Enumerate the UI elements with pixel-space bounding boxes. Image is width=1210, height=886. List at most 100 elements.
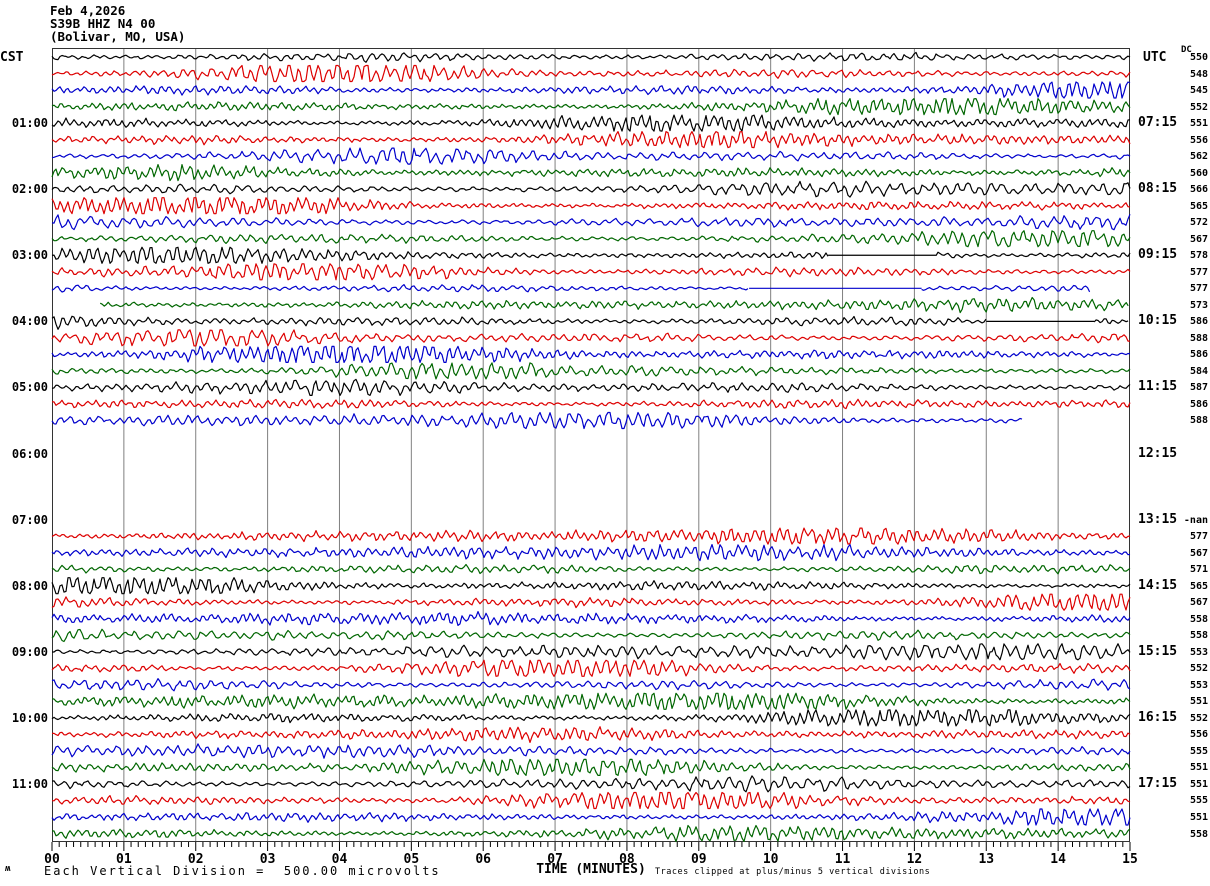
trace-row-12 [935, 251, 1131, 259]
dc-offset-value: 577 [1189, 283, 1208, 295]
cst-hour-label: 10:00 [11, 710, 48, 725]
dc-offset-value: 588 [1189, 415, 1208, 427]
minute-tick-label: 13 [978, 852, 995, 867]
minute-tick-label: 14 [1050, 852, 1066, 867]
dc-offset-value: 552 [1189, 663, 1208, 675]
dc-offset-value: 567 [1189, 597, 1208, 609]
trace-row-30 [51, 544, 1131, 562]
cst-hour-label: 09:00 [11, 644, 48, 659]
dc-offset-value: 571 [1189, 564, 1208, 576]
trace-row-5 [51, 130, 1131, 149]
dc-offset-value: 567 [1189, 547, 1208, 559]
trace-row-42 [51, 743, 1131, 759]
trace-row-43 [51, 758, 1131, 777]
trace-row-11 [51, 230, 1131, 248]
trace-row-41 [52, 726, 1131, 744]
dc-offset-value: 555 [1189, 795, 1208, 807]
dc-offset-value: 552 [1189, 712, 1208, 724]
vertical-division-note: Each Vertical Division = 500.00 microvol… [44, 864, 441, 878]
dc-offset-value: 572 [1189, 217, 1208, 229]
trace-row-12 [51, 246, 829, 264]
dc-offset-value: 578 [1189, 250, 1208, 262]
minute-tick-label: 15 [1122, 852, 1138, 867]
plot-border [52, 48, 1130, 842]
trace-row-14 [51, 284, 749, 293]
trace-row-8 [51, 180, 1131, 198]
dc-offset-value: 566 [1189, 184, 1208, 196]
utc-timezone-label: UTC [1143, 50, 1167, 65]
trace-row-19 [51, 362, 1131, 380]
trace-row-36 [52, 643, 1131, 661]
dc-offset-value: 565 [1189, 200, 1208, 212]
dc-offset-value: 562 [1189, 151, 1208, 163]
cst-hour-label: 02:00 [11, 182, 48, 197]
trace-row-7 [51, 163, 1131, 182]
trace-row-21 [51, 398, 1131, 410]
cst-hour-label: 06:00 [11, 446, 48, 461]
trace-row-3 [51, 97, 1131, 116]
dc-offset-value: 545 [1189, 85, 1208, 97]
dc-offset-value: 584 [1189, 365, 1208, 377]
cst-hour-label: 04:00 [11, 314, 48, 329]
clipping-note: Traces clipped at plus/minus 5 vertical … [655, 867, 931, 877]
dc-offset-value: 551 [1189, 696, 1208, 708]
dc-offset-value: 556 [1189, 729, 1208, 741]
dc-offset-value: 551 [1189, 118, 1208, 130]
dc-offset-value: 551 [1189, 762, 1208, 774]
dc-offset-value: 555 [1189, 745, 1208, 757]
dc-offset-value: 551 [1189, 778, 1208, 790]
cst-hour-label: 07:00 [11, 512, 48, 527]
dc-offset-value: 558 [1189, 828, 1208, 840]
trace-row-44 [51, 775, 1131, 793]
dc-offset-value: 567 [1189, 233, 1208, 245]
trace-row-33 [51, 593, 1131, 611]
seismogram-traces [51, 48, 1131, 851]
trace-row-34 [51, 610, 1131, 627]
cst-hour-label: 11:00 [11, 776, 48, 791]
dc-offset-value: 560 [1189, 167, 1208, 179]
trace-row-0 [51, 51, 1131, 63]
dc-offset-value: 552 [1189, 101, 1208, 113]
trace-row-14 [921, 284, 1091, 293]
cst-hour-label: 01:00 [11, 116, 48, 131]
cst-hour-label: 05:00 [11, 380, 48, 395]
dc-offset-value: 586 [1189, 398, 1208, 410]
trace-row-45 [51, 791, 1131, 810]
cst-timezone-label: CST [0, 50, 24, 65]
trace-row-40 [51, 709, 1131, 727]
dc-offset-value: 565 [1189, 580, 1208, 592]
trace-row-29 [51, 527, 1131, 545]
trace-row-35 [51, 628, 1131, 643]
trace-row-37 [51, 659, 1131, 677]
dc-offset-value: 556 [1189, 134, 1208, 146]
trace-row-16 [1093, 318, 1129, 325]
dc-offset-value: -nan [1183, 514, 1208, 526]
trace-row-13 [51, 263, 1131, 281]
trace-row-20 [51, 378, 1131, 396]
title-location: (Bolivar, MO, USA) [50, 29, 186, 44]
dc-offset-value: 553 [1189, 679, 1208, 691]
dc-offset-value: 587 [1189, 382, 1208, 394]
minute-tick-label: 10 [762, 852, 779, 867]
dc-offset-value: 577 [1189, 266, 1208, 278]
trace-row-9 [51, 197, 1131, 215]
dc-offset-value: 586 [1189, 316, 1208, 328]
cst-hour-label: 08:00 [11, 578, 48, 593]
trace-row-6 [51, 147, 1131, 165]
trace-row-2 [51, 81, 1131, 99]
trace-row-4 [51, 114, 1131, 132]
trace-row-17 [51, 329, 1130, 347]
trace-row-15 [99, 296, 1129, 314]
dc-offset-value: 553 [1189, 646, 1208, 658]
dc-offset-value: 551 [1189, 811, 1208, 823]
minute-tick-label: 12 [906, 852, 923, 867]
seismogram-plot-area [51, 48, 1131, 851]
trace-row-46 [51, 808, 1131, 826]
cst-hour-label: 03:00 [11, 248, 48, 263]
trace-row-39 [51, 692, 1131, 710]
utc-hour-label: 12:15 [1138, 445, 1178, 461]
minute-tick-label: 11 [834, 852, 851, 867]
trace-row-10 [51, 214, 1131, 231]
helicorder-page: Feb 4,2026 S39B HHZ N4 00 (Bolivar, MO, … [0, 0, 1210, 886]
dc-offset-value: 558 [1189, 613, 1208, 625]
